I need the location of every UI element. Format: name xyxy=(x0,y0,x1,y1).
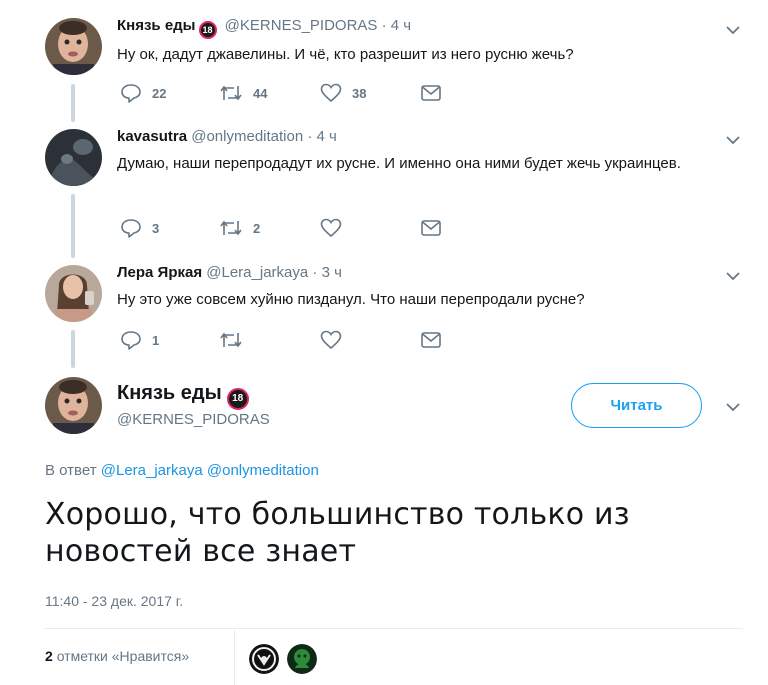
divider xyxy=(45,628,743,629)
retweet-icon xyxy=(220,220,242,236)
retweet-icon xyxy=(220,332,242,348)
user-handle[interactable]: @KERNES_PIDORAS xyxy=(225,17,378,34)
reply-to-prefix: В ответ xyxy=(45,462,97,479)
tweet-header: Лера Яркая @Lera_jarkaya · 3 ч xyxy=(117,264,342,281)
heart-icon xyxy=(320,330,342,350)
tweet-timestamp[interactable]: 11:40 - 23 дек. 2017 г. xyxy=(45,593,183,609)
likes-label: отметки «Нравится» xyxy=(56,648,190,664)
message-button[interactable] xyxy=(420,329,442,351)
avatar[interactable] xyxy=(45,129,102,186)
avatar[interactable] xyxy=(45,377,102,434)
reply-count: 1 xyxy=(152,332,160,348)
chevron-down-icon[interactable] xyxy=(724,401,742,413)
retweet-button[interactable]: 2 xyxy=(219,217,260,239)
separator-dot: · xyxy=(312,264,318,281)
user-handle[interactable]: @Lera_jarkaya xyxy=(206,264,308,281)
tweet-text: Ну это уже совсем хуйню пизданул. Что на… xyxy=(117,291,585,308)
tweet-text: Думаю, наши перепродадут их русне. И име… xyxy=(117,155,681,172)
retweet-count: 44 xyxy=(253,85,268,101)
thread-line xyxy=(71,330,75,368)
envelope-icon xyxy=(421,85,441,101)
tweet-header: Князь еды 18 @KERNES_PIDORAS · 4 ч xyxy=(117,17,411,39)
separator-dot: · xyxy=(307,128,313,145)
divider xyxy=(234,630,235,685)
message-button[interactable] xyxy=(420,82,442,104)
tweet-header: kavasutra @onlymeditation · 4 ч xyxy=(117,128,337,145)
like-count: 38 xyxy=(352,85,367,101)
thread-line xyxy=(71,84,75,122)
user-handle[interactable]: @onlymeditation xyxy=(191,128,303,145)
heart-icon xyxy=(320,218,342,238)
tweet-time[interactable]: 3 ч xyxy=(322,264,342,281)
like-button[interactable] xyxy=(320,329,352,351)
display-name[interactable]: kavasutra xyxy=(117,128,187,145)
age-18-badge: 18 xyxy=(198,21,217,39)
display-name[interactable]: Князь еды xyxy=(117,17,196,34)
liker-avatar[interactable] xyxy=(287,644,317,674)
follow-button[interactable]: Читать xyxy=(571,383,702,428)
reply-to-mention[interactable]: @onlymeditation xyxy=(207,462,319,479)
reply-to-mention[interactable]: @Lera_jarkaya xyxy=(101,462,203,479)
envelope-icon xyxy=(421,332,441,348)
liker-avatar[interactable] xyxy=(249,644,279,674)
retweet-icon xyxy=(220,85,242,101)
chevron-down-icon[interactable] xyxy=(724,134,742,146)
reply-button[interactable]: 1 xyxy=(120,329,159,351)
reply-count: 22 xyxy=(152,85,167,101)
avatar[interactable] xyxy=(45,265,102,322)
tweet-time[interactable]: 4 ч xyxy=(391,17,411,34)
reply-icon xyxy=(121,331,141,350)
chevron-down-icon[interactable] xyxy=(724,24,742,36)
reply-icon xyxy=(121,84,141,103)
user-handle[interactable]: @KERNES_PIDORAS xyxy=(117,411,270,428)
chevron-down-icon[interactable] xyxy=(724,270,742,282)
age-18-badge: 18 xyxy=(226,388,249,410)
reply-button[interactable]: 3 xyxy=(120,217,159,239)
tweet-text: Ну ок, дадут джавелины. И чё, кто разреш… xyxy=(117,46,574,63)
display-name[interactable]: Лера Яркая xyxy=(117,264,202,281)
retweet-button[interactable]: 44 xyxy=(219,82,267,104)
main-display-name: Князь еды 18 xyxy=(117,382,253,410)
likes-count: 2 xyxy=(45,648,53,664)
like-button[interactable] xyxy=(320,217,352,239)
reply-to-line: В ответ @Lera_jarkaya @onlymeditation xyxy=(45,462,319,479)
likes-summary[interactable]: 2 отметки «Нравится» xyxy=(45,648,189,664)
display-name[interactable]: Князь еды xyxy=(117,382,222,404)
avatar[interactable] xyxy=(45,18,102,75)
envelope-icon xyxy=(421,220,441,236)
heart-icon xyxy=(320,83,342,103)
reply-button[interactable]: 22 xyxy=(120,82,166,104)
reply-icon xyxy=(121,219,141,238)
main-tweet-text: Хорошо, что большинство только из новост… xyxy=(45,497,630,569)
separator-dot: · xyxy=(381,17,387,34)
like-button[interactable]: 38 xyxy=(320,82,366,104)
reply-count: 3 xyxy=(152,220,160,236)
retweet-button[interactable] xyxy=(219,329,253,351)
message-button[interactable] xyxy=(420,217,442,239)
thread-line xyxy=(71,194,75,258)
tweet-time[interactable]: 4 ч xyxy=(317,128,337,145)
retweet-count: 2 xyxy=(253,220,261,236)
